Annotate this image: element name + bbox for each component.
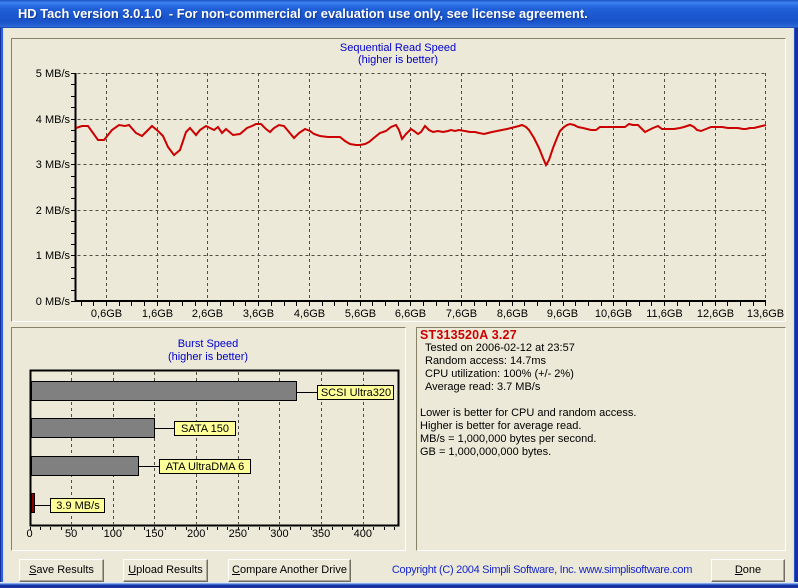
svg-text:ATA UltraDMA 6: ATA UltraDMA 6 [166, 461, 244, 473]
svg-text:(higher is better): (higher is better) [358, 54, 438, 66]
svg-text:7,6GB: 7,6GB [446, 308, 477, 320]
svg-text:12,6GB: 12,6GB [697, 308, 734, 320]
svg-text:Sequential Read Speed: Sequential Read Speed [340, 42, 456, 54]
svg-text:1 MB/s: 1 MB/s [36, 250, 71, 262]
svg-text:0: 0 [26, 528, 32, 540]
svg-text:400: 400 [354, 528, 372, 540]
svg-text:5 MB/s: 5 MB/s [36, 68, 71, 80]
svg-text:50: 50 [65, 528, 77, 540]
svg-text:13,6GB: 13,6GB [747, 308, 784, 320]
svg-text:Burst Speed: Burst Speed [178, 338, 239, 350]
svg-text:200: 200 [187, 528, 205, 540]
svg-text:150: 150 [145, 528, 163, 540]
svg-text:6,6GB: 6,6GB [395, 308, 426, 320]
svg-text:300: 300 [270, 528, 288, 540]
svg-text:0,6GB: 0,6GB [91, 308, 122, 320]
svg-text:350: 350 [312, 528, 330, 540]
svg-text:2,6GB: 2,6GB [192, 308, 223, 320]
svg-text:3.9 MB/s: 3.9 MB/s [56, 500, 100, 512]
svg-text:100: 100 [104, 528, 122, 540]
svg-text:3,6GB: 3,6GB [243, 308, 274, 320]
svg-text:1,6GB: 1,6GB [142, 308, 173, 320]
svg-text:SATA 150: SATA 150 [181, 423, 229, 435]
svg-text:SCSI Ultra320: SCSI Ultra320 [321, 387, 391, 399]
svg-text:8,6GB: 8,6GB [497, 308, 528, 320]
svg-text:(higher is better): (higher is better) [168, 351, 248, 363]
svg-text:4 MB/s: 4 MB/s [36, 114, 71, 126]
svg-text:11,6GB: 11,6GB [646, 308, 683, 320]
svg-text:4,6GB: 4,6GB [294, 308, 325, 320]
svg-text:0 MB/s: 0 MB/s [36, 296, 71, 308]
svg-text:250: 250 [229, 528, 247, 540]
svg-text:5,6GB: 5,6GB [345, 308, 376, 320]
svg-text:10,6GB: 10,6GB [595, 308, 632, 320]
svg-text:2 MB/s: 2 MB/s [36, 205, 71, 217]
svg-text:3 MB/s: 3 MB/s [36, 159, 71, 171]
svg-text:9,6GB: 9,6GB [547, 308, 578, 320]
